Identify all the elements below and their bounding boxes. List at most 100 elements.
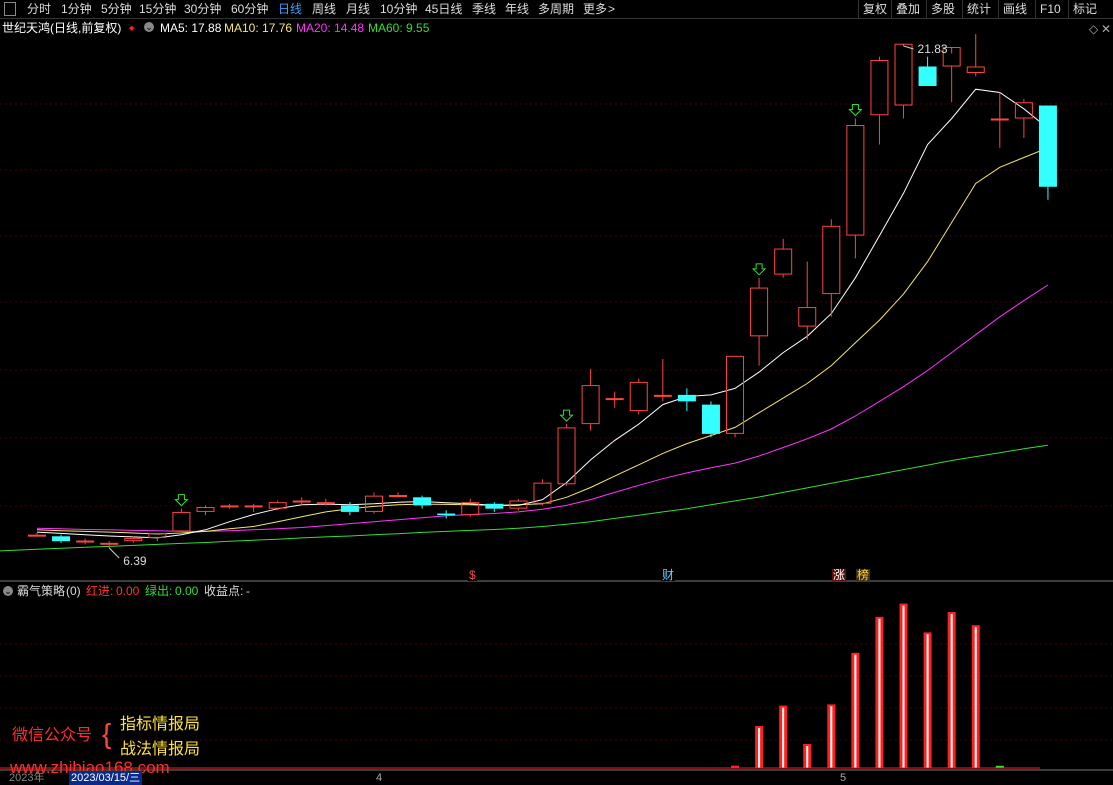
ma-legend-ma60: MA60: 9.55 (368, 21, 430, 35)
period-tab[interactable]: 分时 (27, 1, 51, 17)
candle (653, 359, 672, 402)
candle (605, 391, 624, 408)
candle (774, 238, 793, 278)
candle (437, 510, 456, 519)
indicator-bar (827, 704, 836, 768)
price-info-row: 世纪天鸿(日线,前复权) 🠹 ⌄ MA5: 17.88 MA10: 17.76 MA… (0, 20, 1113, 36)
candle-body (846, 125, 865, 236)
candle-body (605, 398, 624, 401)
close-panel-icon[interactable]: ✕ (1101, 22, 1111, 36)
indicator-dropdown-icon[interactable]: ⌄ (3, 586, 13, 596)
period-tab[interactable]: 1分钟 (61, 1, 92, 17)
low-price-label: 6.39 (123, 554, 147, 568)
indicator-bar (971, 625, 980, 768)
candlestick-series (28, 33, 1057, 548)
candle-body (918, 66, 937, 86)
chart-settings: ◇ ✕ (1089, 22, 1113, 36)
green-out-value: 0.00 (175, 584, 199, 598)
date-axis: 2023年 4 5 (0, 771, 1113, 785)
candle-body (52, 536, 71, 542)
period-tab[interactable]: 30分钟 (184, 1, 221, 17)
candle-body (244, 505, 263, 508)
candle-body (292, 500, 311, 503)
candle (1038, 105, 1057, 200)
diamond-icon[interactable]: ◇ (1089, 22, 1098, 36)
ma-line-ma20 (36, 284, 1049, 532)
indicator-name[interactable]: 霸气策略 (17, 583, 65, 599)
candle (846, 118, 865, 259)
badge-limit-up[interactable]: 涨 (832, 569, 847, 581)
panel-toggle-icon[interactable] (4, 2, 16, 16)
badge-dividend[interactable]: $ (468, 569, 477, 581)
moving-average-lines (0, 88, 1049, 552)
candle (413, 495, 432, 509)
tool-button[interactable]: 画线 (1003, 1, 1027, 17)
axis-year: 2023年 (9, 772, 45, 784)
candle-body (653, 394, 672, 397)
tool-button[interactable]: 标记 (1073, 1, 1097, 17)
tool-button[interactable]: 多股 (931, 1, 955, 17)
candle (990, 92, 1009, 148)
tool-button[interactable]: F10 (1040, 1, 1061, 17)
period-tab[interactable]: 日线 (278, 1, 302, 17)
period-tab[interactable]: 周线 (312, 1, 336, 17)
period-tab[interactable]: 多周期 (538, 1, 574, 17)
period-tab[interactable]: 15分钟 (139, 1, 176, 17)
candle (581, 368, 600, 431)
badge-finance[interactable]: 财 (661, 569, 676, 581)
candle-body (124, 537, 143, 542)
candle (629, 378, 648, 415)
toolbar-separator (926, 0, 927, 18)
low-pointer (108, 547, 120, 559)
toolbar-separator (998, 0, 999, 18)
ma-legend-ma5: MA5: 17.88 (160, 21, 222, 35)
candle-body (76, 540, 95, 543)
candle (918, 56, 937, 86)
indicator-bar (851, 652, 860, 768)
profit-label: 收益点: (204, 584, 244, 598)
toolbar-separator (1068, 0, 1069, 18)
toolbar-separator (962, 0, 963, 18)
period-tab[interactable]: 月线 (346, 1, 370, 17)
buy-arrow-icon (174, 494, 189, 507)
candle (28, 533, 46, 537)
indicator-bar (899, 603, 908, 768)
period-tab[interactable]: 5分钟 (101, 1, 132, 17)
candle-body (413, 497, 432, 506)
stock-title[interactable]: 世纪天鸿(日线,前复权) (2, 20, 121, 36)
candle-body (172, 511, 191, 532)
ma-line-ma60 (0, 444, 1048, 552)
axis-month-4: 4 (376, 772, 383, 784)
period-tab[interactable]: 更多 (583, 1, 607, 17)
candle-body (726, 355, 745, 434)
period-tab[interactable]: 45日线 (425, 1, 462, 17)
up-arrow-icon: 🠹 (128, 21, 136, 35)
tool-button[interactable]: 叠加 (896, 1, 920, 17)
profit-value: - (246, 584, 250, 598)
more-chevron-icon[interactable]: > (608, 1, 615, 17)
candle-body (485, 503, 504, 509)
candle (196, 505, 215, 516)
candle-body (894, 43, 913, 106)
candle (52, 534, 71, 543)
tool-button[interactable]: 统计 (967, 1, 991, 17)
candle-body (316, 502, 335, 505)
candle (894, 43, 913, 119)
high-price-label: 21.83 (918, 42, 948, 56)
candle (485, 502, 504, 512)
period-tab[interactable]: 10分钟 (380, 1, 417, 17)
period-tab[interactable]: 季线 (472, 1, 496, 17)
tool-button[interactable]: 复权 (863, 1, 887, 17)
candle (389, 492, 408, 498)
period-tab[interactable]: 60分钟 (231, 1, 268, 17)
indicator-bar (923, 632, 932, 768)
badge-ranking[interactable]: 榜 (856, 569, 871, 581)
watermark-line2: 战法情报局 (120, 741, 201, 758)
dropdown-icon[interactable]: ⌄ (144, 22, 154, 32)
candle-body (798, 307, 817, 327)
period-tab[interactable]: 年线 (505, 1, 529, 17)
candle-body (581, 385, 600, 425)
chart-canvas[interactable]: 21.83 6.39 (0, 0, 1113, 785)
candle (870, 56, 889, 145)
indicator-param: (0) (66, 584, 81, 598)
